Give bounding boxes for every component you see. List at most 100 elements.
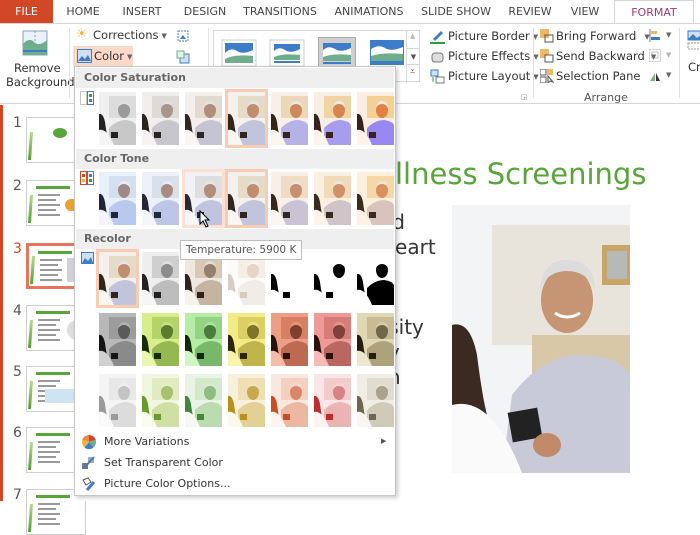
send-backward-icon bbox=[540, 49, 554, 63]
color-saturation-swatch[interactable] bbox=[271, 92, 308, 145]
slide-picture[interactable] bbox=[452, 205, 630, 473]
picture-styles-dialog-launcher[interactable]: ◲ bbox=[521, 93, 528, 101]
color-saturation-swatch[interactable] bbox=[225, 89, 268, 148]
transparent-color-icon bbox=[82, 456, 95, 469]
recolor-swatch[interactable] bbox=[99, 313, 136, 366]
color-saturation-swatch[interactable] bbox=[185, 92, 222, 145]
tab-format[interactable]: FORMAT bbox=[614, 0, 694, 25]
tab-insert[interactable]: INSERT bbox=[116, 0, 168, 24]
group-button[interactable]: ▼ bbox=[649, 48, 673, 64]
recolor-swatch[interactable] bbox=[357, 252, 394, 305]
remove-background-button[interactable]: Remove Background bbox=[2, 26, 75, 96]
slide-title[interactable]: llness Screenings bbox=[395, 157, 646, 191]
recolor-swatch[interactable] bbox=[314, 313, 351, 366]
crop-icon bbox=[687, 30, 700, 50]
section-header-color-tone: Color Tone bbox=[76, 149, 394, 169]
color-saturation-icon bbox=[80, 91, 94, 105]
tab-animations[interactable]: ANIMATIONS bbox=[328, 0, 410, 24]
tab-transitions[interactable]: TRANSITIONS bbox=[240, 0, 320, 24]
color-saturation-swatch[interactable] bbox=[314, 92, 351, 145]
selection-pane-button[interactable]: Selection Pane bbox=[540, 68, 640, 86]
tab-design[interactable]: DESIGN bbox=[178, 0, 232, 24]
rotate-button[interactable]: ▼ bbox=[649, 68, 673, 84]
color-picture-icon bbox=[77, 49, 92, 63]
recolor-swatch[interactable] bbox=[357, 374, 394, 427]
color-button[interactable]: Color ▼ bbox=[73, 46, 133, 67]
ribbon-tab-bar: FILE HOME INSERT DESIGN TRANSITIONS ANIM… bbox=[0, 0, 700, 25]
recolor-swatch[interactable] bbox=[271, 313, 308, 366]
mouse-cursor-icon bbox=[199, 210, 211, 228]
color-tone-swatch[interactable] bbox=[99, 172, 136, 225]
tooltip: Temperature: 5900 K bbox=[180, 240, 303, 260]
picture-layout-icon bbox=[430, 69, 445, 84]
doctor-patient-photo bbox=[452, 205, 630, 473]
align-icon bbox=[649, 29, 660, 42]
separator bbox=[679, 28, 680, 98]
picture-effects-button[interactable]: Picture Effects ▼ bbox=[430, 48, 539, 66]
picture-style-3[interactable] bbox=[318, 37, 356, 69]
recolor-swatch[interactable] bbox=[228, 313, 265, 366]
picture-layout-button[interactable]: Picture Layout ▼ bbox=[430, 68, 539, 86]
submenu-arrow-icon: ▶ bbox=[381, 437, 387, 445]
color-saturation-swatch[interactable] bbox=[357, 92, 394, 145]
recolor-swatch[interactable] bbox=[271, 374, 308, 427]
recolor-swatch[interactable] bbox=[357, 313, 394, 366]
tab-review[interactable]: REVIEW bbox=[503, 0, 557, 24]
arrange-group-label: Arrange bbox=[584, 91, 628, 104]
recolor-swatch[interactable] bbox=[185, 313, 222, 366]
picture-style-1[interactable] bbox=[221, 39, 257, 67]
color-saturation-swatch[interactable] bbox=[142, 92, 179, 145]
palette-icon bbox=[81, 434, 97, 450]
corrections-button[interactable]: ☀ Corrections ▼ bbox=[74, 27, 167, 45]
color-tone-swatch[interactable] bbox=[357, 172, 394, 225]
gallery-scrollbar[interactable]: ▲ ▼ ⩡ bbox=[406, 31, 420, 83]
tab-view[interactable]: VIEW bbox=[565, 0, 605, 24]
recolor-swatch[interactable] bbox=[142, 313, 179, 366]
recolor-swatch[interactable] bbox=[142, 374, 179, 427]
recolor-swatch[interactable] bbox=[96, 249, 139, 308]
sun-icon: ☀ bbox=[76, 27, 88, 42]
color-tone-icon bbox=[80, 171, 94, 185]
color-saturation-swatch[interactable] bbox=[99, 92, 136, 145]
tab-slide-show[interactable]: SLIDE SHOW bbox=[418, 0, 494, 24]
color-tone-swatch[interactable] bbox=[142, 172, 179, 225]
recolor-swatch[interactable] bbox=[314, 374, 351, 427]
color-dropdown-menu: Color Saturation Color Tone Recolor More… bbox=[74, 66, 396, 496]
recolor-swatch[interactable] bbox=[314, 252, 351, 305]
color-tone-swatch[interactable] bbox=[225, 169, 268, 228]
color-tone-swatch[interactable] bbox=[271, 172, 308, 225]
remove-background-label-1: Remove bbox=[14, 61, 61, 75]
color-tone-swatch[interactable] bbox=[314, 172, 351, 225]
recolor-swatch[interactable] bbox=[142, 252, 179, 305]
slide-number: 6 bbox=[13, 425, 22, 441]
tab-file[interactable]: FILE bbox=[0, 0, 53, 24]
picture-border-button[interactable]: Picture Border ▼ bbox=[430, 28, 538, 46]
recolor-swatch[interactable] bbox=[99, 374, 136, 427]
remove-background-label-2: Background bbox=[6, 75, 75, 89]
crop-button[interactable]: Cr bbox=[684, 28, 700, 88]
gallery-scroll-down[interactable]: ▼ bbox=[407, 48, 420, 65]
gallery-more[interactable]: ⩡ bbox=[410, 67, 415, 77]
send-backward-button[interactable]: Send Backward ▼ bbox=[540, 48, 656, 66]
set-transparent-color-menu-item[interactable]: Set Transparent Color bbox=[76, 452, 394, 473]
slide-number: 5 bbox=[13, 364, 22, 380]
selection-pane-icon bbox=[540, 69, 554, 83]
change-picture-icon[interactable] bbox=[176, 50, 190, 64]
bring-forward-button[interactable]: Bring Forward ▼ bbox=[540, 28, 650, 46]
picture-style-2[interactable] bbox=[269, 39, 305, 67]
picture-style-4[interactable] bbox=[369, 37, 405, 69]
more-variations-menu-item[interactable]: More Variations ▶ bbox=[76, 431, 394, 452]
section-header-color-saturation: Color Saturation bbox=[76, 68, 394, 88]
recolor-swatch[interactable] bbox=[185, 374, 222, 427]
tab-home[interactable]: HOME bbox=[60, 0, 106, 24]
compress-pictures-icon[interactable] bbox=[176, 29, 190, 43]
picture-color-options-menu-item[interactable]: Picture Color Options... bbox=[76, 473, 394, 494]
recolor-swatch[interactable] bbox=[228, 374, 265, 427]
rotate-icon bbox=[650, 73, 660, 81]
slide-number: 3 bbox=[13, 241, 22, 257]
align-button[interactable]: ▼ bbox=[649, 28, 673, 44]
set-transparent-color-label: Set Transparent Color bbox=[104, 456, 223, 469]
picture-color-options-label: Picture Color Options... bbox=[104, 477, 231, 490]
bring-forward-icon bbox=[540, 29, 554, 43]
gallery-scroll-up[interactable]: ▲ bbox=[410, 32, 415, 40]
